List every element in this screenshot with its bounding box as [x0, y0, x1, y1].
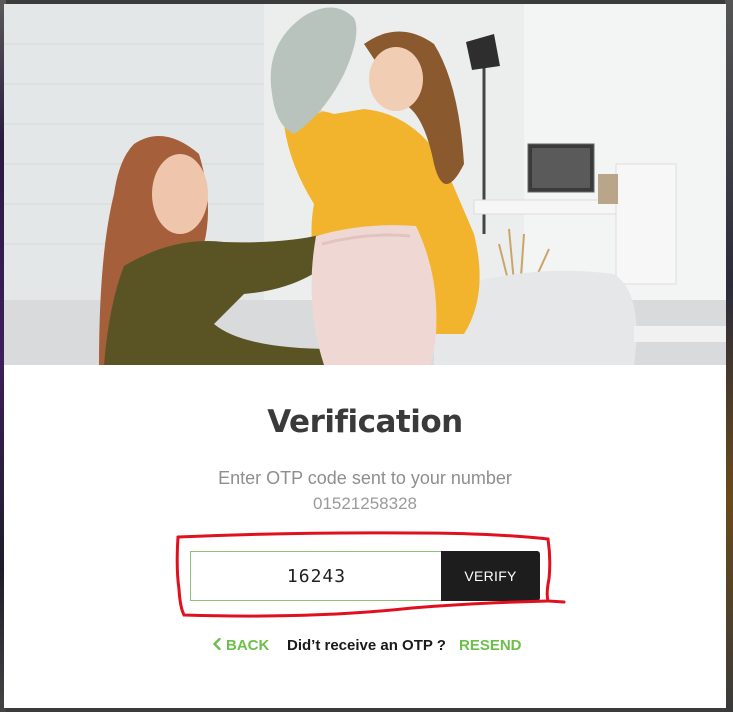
otp-input[interactable]: [190, 551, 442, 601]
chevron-left-icon: [213, 637, 221, 654]
resend-link[interactable]: RESEND: [459, 637, 522, 654]
hero-illustration: [4, 4, 726, 365]
page-title: Verification: [267, 404, 463, 440]
back-link[interactable]: BACK: [213, 637, 269, 654]
verification-modal: Verification Enter OTP code sent to your…: [4, 4, 726, 708]
back-label: BACK: [226, 637, 270, 654]
hero-photo: [4, 4, 726, 365]
background-right-edge: [725, 0, 733, 712]
verify-button[interactable]: VERIFY: [441, 551, 540, 601]
phone-number: 01521258328: [312, 494, 417, 513]
otp-footer: BACK Did’t receive an OTP ? RESEND: [4, 637, 726, 659]
instruction-text: Enter OTP code sent to your number: [218, 468, 512, 488]
otp-form: VERIFY: [190, 551, 540, 601]
resend-prompt: Did’t receive an OTP ?: [287, 637, 446, 654]
